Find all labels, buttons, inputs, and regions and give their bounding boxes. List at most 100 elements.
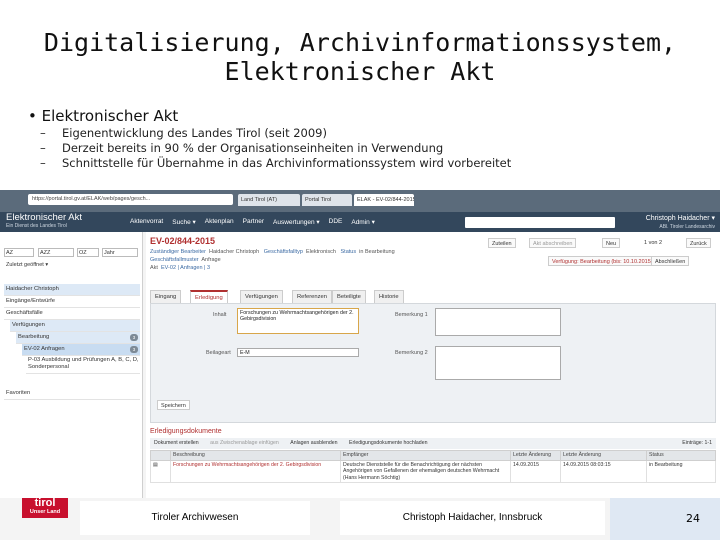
typ-label: Geschäftsfalltyp xyxy=(263,249,303,255)
table-row[interactable]: ▤ Forschungen zu Wehrmachtsangehörigen d… xyxy=(150,459,716,483)
sidebar-item-geschaeftsfaelle[interactable]: Geschäftsfälle xyxy=(4,308,140,320)
akt-link[interactable]: EV-02 | Anfragen | 3 xyxy=(161,265,210,271)
new-button[interactable]: Neu xyxy=(602,238,621,248)
doc-date: 14.09.2015 xyxy=(510,459,561,483)
menu-aktenplan[interactable]: Aktenplan xyxy=(205,218,234,226)
oz-field[interactable]: OZ xyxy=(77,248,99,257)
save-button[interactable]: Speichern xyxy=(157,400,190,410)
main-bullet-text: Elektronischer Akt xyxy=(41,107,179,125)
beilage-select[interactable]: E-M xyxy=(237,348,359,357)
sidebar-item-ev02[interactable]: EV-02 Anfragen 3 xyxy=(22,344,140,356)
browser-tab-active[interactable]: ELAK - EV-02/844-2015 - Ab... xyxy=(354,194,414,206)
sidebar-item-eingaenge[interactable]: Eingänge/Entwürfe xyxy=(4,296,140,308)
menu-admin[interactable]: Admin ▾ xyxy=(351,218,375,226)
record-meta-row1: Zuständiger Bearbeiter Haidacher Christo… xyxy=(150,248,395,256)
inhalt-textarea[interactable]: Forschungen zu Wehrmachtsangehörigen der… xyxy=(237,308,359,334)
create-doc-button[interactable]: Dokument erstellen xyxy=(154,440,199,446)
dash: – xyxy=(40,126,46,140)
tirol-logo-top: tirol xyxy=(34,497,56,509)
az-field[interactable]: AZ xyxy=(4,248,34,257)
slide-title: Digitalisierung, Archivinformationssyste… xyxy=(0,28,720,86)
menu-dde[interactable]: DDE xyxy=(329,218,343,226)
user-menu[interactable]: Christoph Haidacher ▾ ABl. Tiroler Lande… xyxy=(625,215,715,231)
sidebar-item-label: Eingänge/Entwürfe xyxy=(6,298,55,304)
record-meta-row2: Geschäftsfallmuster Anfrage xyxy=(150,256,221,264)
user-name: Christoph Haidacher ▾ xyxy=(645,215,715,222)
tirol-logo-bottom: Unser Land xyxy=(22,509,68,516)
elak-screenshot: https://portal.tirol.gv.at/ELAK/web/page… xyxy=(0,190,720,498)
user-unit: ABl. Tiroler Landesarchiv xyxy=(659,224,715,230)
hide-attachments-button[interactable]: Anlagen ausblenden xyxy=(290,440,337,446)
main-menu: Aktenvorrat Suche ▾ Aktenplan Partner Au… xyxy=(130,218,375,226)
paste-button[interactable]: aus Zwischenablage einfügen xyxy=(210,440,279,446)
upload-docs-button[interactable]: Erledigungsdokumente hochladen xyxy=(349,440,427,446)
abschreiben-button[interactable]: Akt abschreiben xyxy=(529,238,577,248)
bemerkung1-textarea[interactable] xyxy=(435,308,561,336)
status-label: Status xyxy=(340,249,357,255)
count-badge: 3 xyxy=(130,346,138,353)
erledigung-form: Inhalt Forschungen zu Wehrmachtsangehöri… xyxy=(150,303,716,423)
table-header[interactable]: Status xyxy=(646,450,716,461)
tab-historie[interactable]: Historie xyxy=(374,290,404,303)
record-meta-row3: Akt EV-02 | Anfragen | 3 xyxy=(150,264,210,272)
akt-label: Akt xyxy=(150,265,158,271)
sub-bullet: – Schnittstelle für Übernahme in das Arch… xyxy=(40,156,511,171)
sidebar-item-favoriten[interactable]: Favoriten xyxy=(4,388,140,400)
menu-auswertungen[interactable]: Auswertungen ▾ xyxy=(273,218,320,226)
abschliessen-button[interactable]: Abschließen xyxy=(651,256,690,266)
table-header[interactable]: Letzte Änderung xyxy=(510,450,561,461)
sub-bullet: – Eigenentwicklung des Landes Tirol (seit… xyxy=(40,126,511,141)
bearbeiter-label: Zuständiger Bearbeiter xyxy=(150,249,206,255)
footer-center: Tiroler Archivwesen xyxy=(80,501,310,535)
sidebar-item-p03[interactable]: P-03 Ausbildung und Prüfungen A, B, C, D… xyxy=(26,357,140,374)
docs-section-title: Erledigungsdokumente xyxy=(150,428,222,435)
app-logo-sub: Ein Dienst des Landes Tirol xyxy=(6,223,67,229)
table-header[interactable]: Beschreibung xyxy=(170,450,341,461)
tab-eingang[interactable]: Eingang xyxy=(150,290,182,303)
doc-description[interactable]: Forschungen zu Wehrmachtsangehörigen der… xyxy=(170,459,341,483)
menu-aktenvorrat[interactable]: Aktenvorrat xyxy=(130,218,163,226)
app-logo: Elektronischer Akt Ein Dienst des Landes… xyxy=(6,213,126,231)
entries-count: Einträge: 1-1 xyxy=(682,440,712,446)
azz-field[interactable]: AZZ xyxy=(38,248,74,257)
verfuegung-dropdown[interactable]: Verfügung: Bearbeitung (bis: 10.10.2015) xyxy=(548,256,657,266)
slide-title-line1: Digitalisierung, Archivinformationssyste… xyxy=(43,28,677,57)
sub-bullet-text: Derzeit bereits in 90 % der Organisation… xyxy=(62,141,444,155)
beilage-label: Beilageart xyxy=(206,350,231,356)
address-bar[interactable]: https://portal.tirol.gv.at/ELAK/web/page… xyxy=(28,194,233,205)
slide-title-line2: Elektronischer Akt xyxy=(224,57,496,86)
tab-referenzen[interactable]: Referenzen xyxy=(292,290,332,303)
zuteilen-button[interactable]: Zuteilen xyxy=(488,238,516,248)
menu-suche[interactable]: Suche ▾ xyxy=(172,218,196,226)
main-bullet: • Elektronischer Akt xyxy=(28,107,179,125)
sidebar-item-label: Bearbeitung xyxy=(18,334,50,340)
tab-beteiligte[interactable]: Beteiligte xyxy=(332,290,366,303)
browser-tab[interactable]: Land Tirol (AT) xyxy=(238,194,300,206)
table-header[interactable]: Empfänger xyxy=(340,450,511,461)
document-icon: ▤ xyxy=(150,459,171,483)
muster-label: Geschäftsfallmuster xyxy=(150,257,199,263)
bemerkung2-textarea[interactable] xyxy=(435,346,561,380)
table-header-icon xyxy=(150,450,171,461)
tab-verfuegungen[interactable]: Verfügungen xyxy=(240,290,283,303)
browser-tab[interactable]: Portal Tirol xyxy=(302,194,352,206)
menu-partner[interactable]: Partner xyxy=(243,218,264,226)
app-logo-title: Elektronischer Akt xyxy=(6,212,83,223)
back-button[interactable]: Zurück xyxy=(686,238,711,248)
sub-bullet-text: Schnittstelle für Übernahme in das Archi… xyxy=(62,156,512,170)
table-header[interactable]: Letzte Änderung xyxy=(560,450,647,461)
jahr-field[interactable]: Jahr xyxy=(102,248,138,257)
sidebar-item-user[interactable]: Haidacher Christoph xyxy=(4,284,140,296)
search-input[interactable] xyxy=(465,217,615,228)
bearbeiter-value: Haidacher Christoph xyxy=(209,249,260,255)
tab-erledigung[interactable]: Erledigung xyxy=(190,290,228,303)
status-value: in Bearbeitung xyxy=(359,249,395,255)
sort-dropdown[interactable]: Zuletzt geöffnet ▾ xyxy=(6,262,48,268)
tirol-logo: tirol Unser Land xyxy=(22,498,68,518)
sidebar-item-bearbeitung[interactable]: Bearbeitung 3 xyxy=(16,332,140,344)
sidebar-item-label: EV-02 Anfragen xyxy=(24,346,65,352)
doc-status: in Bearbeitung xyxy=(646,459,716,483)
app-header: Elektronischer Akt Ein Dienst des Landes… xyxy=(0,212,720,232)
sidebar-item-verfuegungen[interactable]: Verfügungen xyxy=(10,320,140,332)
table-header-row: Beschreibung Empfänger Letzte Änderung L… xyxy=(150,450,716,461)
